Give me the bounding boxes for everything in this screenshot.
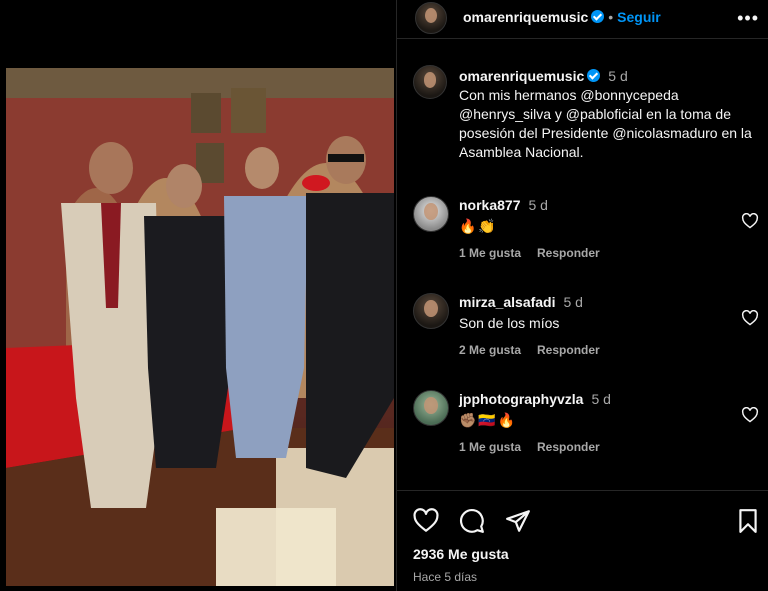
reply-button[interactable]: Responder [537, 246, 600, 260]
likes-count[interactable]: 2936 Me gusta [413, 546, 509, 562]
comment-item: mirza_alsafadi 5 d Son de los míos 2 Me g… [413, 293, 763, 373]
comment-item: jpphotographyvzla 5 d ✊🏽🇻🇪🔥 1 Me gusta Res… [413, 390, 763, 470]
comment-username[interactable]: jpphotographyvzla [459, 391, 583, 407]
comment-item: norka877 5 d 🔥👏 1 Me gusta Responder [413, 196, 763, 276]
header-divider [397, 38, 768, 39]
comment-meta: 1 Me gusta Responder [459, 440, 616, 454]
avatar-face-shape [425, 8, 437, 24]
comment-likes[interactable]: 1 Me gusta [459, 440, 521, 454]
comment-header: norka877 5 d [459, 197, 548, 213]
comment-username[interactable]: norka877 [459, 197, 520, 213]
comment-avatar[interactable] [413, 390, 449, 426]
comment-text: ✊🏽🇻🇪🔥 [459, 412, 518, 428]
comment-avatar[interactable] [413, 293, 449, 329]
avatar-face-shape [424, 203, 438, 221]
comment-username[interactable]: mirza_alsafadi [459, 294, 556, 310]
comment-heart-icon[interactable] [741, 213, 759, 229]
comment-time: 5 d [528, 197, 548, 213]
comment-likes[interactable]: 1 Me gusta [459, 246, 521, 260]
comment-text: Son de los míos [459, 315, 560, 331]
comments-scroll[interactable]: omarenriquemusic 5 d Con mis hermanos @bo… [397, 58, 768, 488]
post-photo[interactable] [6, 68, 394, 586]
follow-button[interactable]: Seguir [617, 9, 661, 25]
caption-body: omarenriquemusic 5 d Con mis hermanos @bo… [459, 67, 768, 162]
separator-dot: • [608, 9, 614, 25]
reply-button[interactable]: Responder [537, 440, 600, 454]
caption-time: 5 d [608, 68, 628, 84]
share-icon[interactable] [505, 508, 531, 534]
comment-text: 🔥👏 [459, 218, 498, 234]
post-photo-image [6, 68, 394, 586]
comment-header: mirza_alsafadi 5 d [459, 294, 583, 310]
comment-icon[interactable] [459, 508, 485, 534]
more-options-icon[interactable]: ••• [737, 9, 759, 27]
post-sidebar: omarenriquemusic • Seguir ••• omarenriquem… [396, 0, 768, 591]
comment-likes[interactable]: 2 Me gusta [459, 343, 521, 357]
header-identity: omarenriquemusic • Seguir [463, 9, 661, 27]
heart-icon[interactable] [413, 508, 439, 534]
comment-heart-icon[interactable] [741, 310, 759, 326]
author-avatar[interactable] [415, 2, 447, 34]
post-date: Hace 5 días [413, 570, 478, 584]
verified-badge-icon [591, 10, 605, 23]
caption-avatar[interactable] [413, 65, 447, 99]
comment-meta: 1 Me gusta Responder [459, 246, 616, 260]
caption-text: Con mis hermanos @bonnycepeda @henrys_si… [459, 87, 752, 160]
avatar-face-shape [423, 71, 437, 88]
comment-header: jpphotographyvzla 5 d [459, 391, 611, 407]
comment-time: 5 d [563, 294, 583, 310]
comment-avatar[interactable] [413, 196, 449, 232]
post-header: omarenriquemusic • Seguir ••• [397, 0, 768, 38]
actions-divider [397, 490, 768, 491]
avatar-face-shape [424, 397, 438, 415]
caption-username[interactable]: omarenriquemusic [459, 68, 584, 84]
avatar-face-shape [424, 300, 438, 318]
comment-heart-icon[interactable] [741, 407, 759, 423]
author-username[interactable]: omarenriquemusic [463, 9, 588, 25]
comment-meta: 2 Me gusta Responder [459, 343, 616, 357]
verified-badge-icon [587, 69, 601, 82]
action-bar [397, 500, 768, 540]
comment-time: 5 d [591, 391, 611, 407]
bookmark-icon[interactable] [735, 508, 761, 534]
photo-pane [0, 0, 396, 591]
reply-button[interactable]: Responder [537, 343, 600, 357]
